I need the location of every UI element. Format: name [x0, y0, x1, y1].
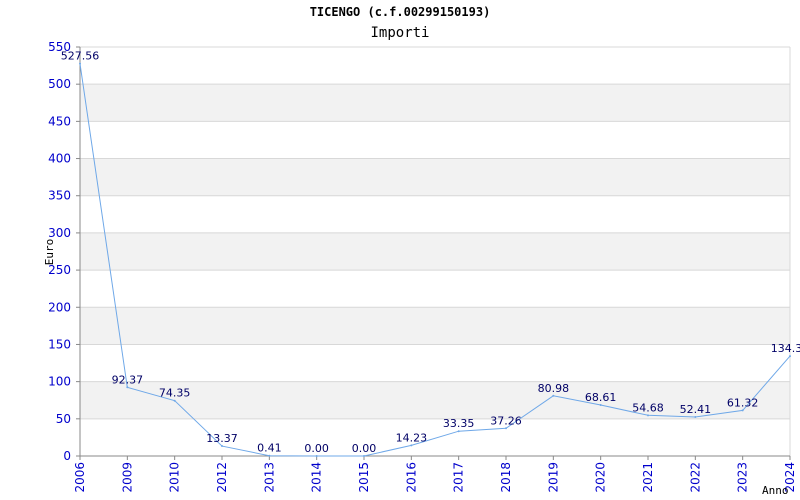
data-point: [457, 430, 460, 433]
x-tick-label: 2018: [499, 462, 513, 493]
x-tick-label: 2020: [594, 462, 608, 493]
data-point: [789, 355, 791, 358]
data-point: [221, 445, 223, 448]
data-point: [363, 455, 365, 457]
grid-band: [80, 158, 790, 196]
y-tick-label: 100: [48, 375, 71, 389]
data-label: 0.00: [304, 442, 329, 455]
x-tick-label: 2016: [404, 462, 418, 493]
x-tick-label: 2022: [688, 462, 702, 493]
y-tick-label: 0: [63, 449, 71, 463]
data-point: [410, 444, 413, 447]
y-tick-label: 350: [48, 189, 71, 203]
data-point: [741, 409, 744, 412]
x-tick-label: 2006: [73, 462, 87, 493]
data-point: [647, 414, 649, 417]
chart-container: TICENGO (c.f.00299150193) Importi 0 50 100…: [0, 0, 800, 500]
y-axis-title: Euro: [43, 239, 56, 266]
y-tick-label: 400: [48, 152, 71, 166]
x-tick-label: 2015: [357, 462, 371, 493]
data-label: 33.35: [443, 417, 475, 430]
data-label: 54.68: [632, 401, 664, 414]
data-label: 52.41: [680, 403, 712, 416]
data-label: 92.37: [112, 373, 144, 386]
y-tick-label: 200: [48, 300, 71, 314]
data-label: 0.00: [352, 442, 377, 455]
y-tick-label: 500: [48, 77, 71, 91]
grid-band: [80, 84, 790, 122]
grid-band: [80, 232, 790, 271]
data-point: [315, 455, 318, 457]
x-tick-label: 2017: [452, 462, 466, 493]
data-point: [268, 454, 271, 457]
data-point: [126, 386, 129, 389]
data-label: 37.26: [490, 414, 522, 427]
grid-band: [80, 307, 790, 345]
data-label: 13.37: [206, 432, 238, 445]
data-label: 74.35: [159, 387, 191, 400]
data-label: 134.33: [771, 342, 800, 355]
y-tick-label: 300: [48, 226, 71, 240]
data-label: 80.98: [538, 382, 570, 395]
x-tick-label: 2014: [310, 462, 324, 493]
data-label: 68.61: [585, 391, 617, 404]
y-tick-label: 150: [48, 337, 71, 351]
x-tick-label: 2012: [215, 462, 229, 493]
x-tick-label: 2013: [262, 462, 276, 493]
data-label: 14.23: [396, 431, 428, 444]
x-tick-label: 2021: [641, 462, 655, 493]
data-point: [694, 416, 697, 419]
y-tick-label: 450: [48, 114, 71, 128]
x-tick-label: 2009: [120, 462, 134, 493]
x-tick-label: 2019: [546, 462, 560, 493]
data-point: [599, 403, 602, 406]
line-chart: 0501001502002503003504004505005502006 200…: [43, 40, 800, 497]
x-tick-label: 2010: [168, 462, 182, 493]
data-point: [505, 427, 507, 430]
data-point: [173, 399, 176, 402]
data-point: [552, 394, 555, 397]
data-label: 527.56: [61, 50, 100, 63]
x-tick-label: 2023: [736, 462, 750, 493]
data-label: 0.41: [257, 442, 282, 455]
x-axis-title: Anno: [762, 484, 789, 497]
data-point: [79, 62, 81, 65]
data-label: 61.32: [727, 396, 759, 409]
y-tick-label: 50: [56, 412, 71, 426]
